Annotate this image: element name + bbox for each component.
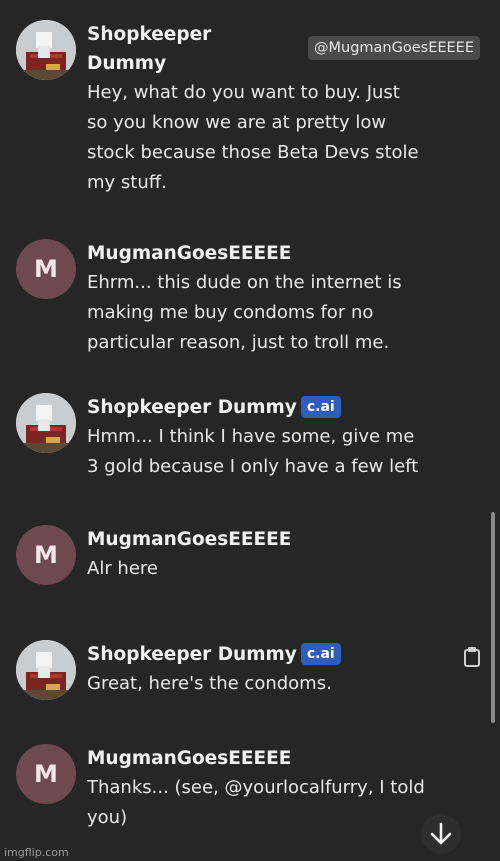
shopkeeper-avatar[interactable] [16,393,76,453]
message-text: Alr here [87,558,158,579]
user-avatar[interactable]: M [16,239,76,299]
message-text: Great, here's the condoms. [87,673,332,694]
scrollbar-thumb[interactable] [491,512,495,723]
cai-badge: c.ai [300,396,341,418]
author-handle-tag: @MugmanGoesEEEEE [308,36,480,60]
scroll-down-button[interactable] [421,814,461,854]
clipboard-icon[interactable] [462,646,482,668]
message-text: Hey, what do you want to buy. Just so yo… [87,82,419,193]
author-name: Shopkeeper Dummy c.ai [87,393,480,422]
user-avatar[interactable]: M [16,525,76,585]
author-name: MugmanGoesEEEEE [87,243,292,264]
user-avatar[interactable]: M [16,744,76,804]
message-text: Hmm... I think I have some, give me 3 go… [87,426,419,477]
message-text: Thanks... (see, @yourlocalfurry, I told … [87,777,425,828]
imgflip-watermark: imgflip.com [4,846,69,859]
shopkeeper-avatar[interactable] [16,640,76,700]
author-name: MugmanGoesEEEEE [87,748,292,769]
author-name: MugmanGoesEEEEE [87,529,292,550]
shopkeeper-avatar[interactable] [16,20,76,80]
message-text: Ehrm... this dude on the internet is mak… [87,272,402,353]
author-name: Shopkeeper Dummy c.ai [87,640,480,669]
arrow-down-icon [430,822,452,845]
cai-badge: c.ai [300,643,341,665]
